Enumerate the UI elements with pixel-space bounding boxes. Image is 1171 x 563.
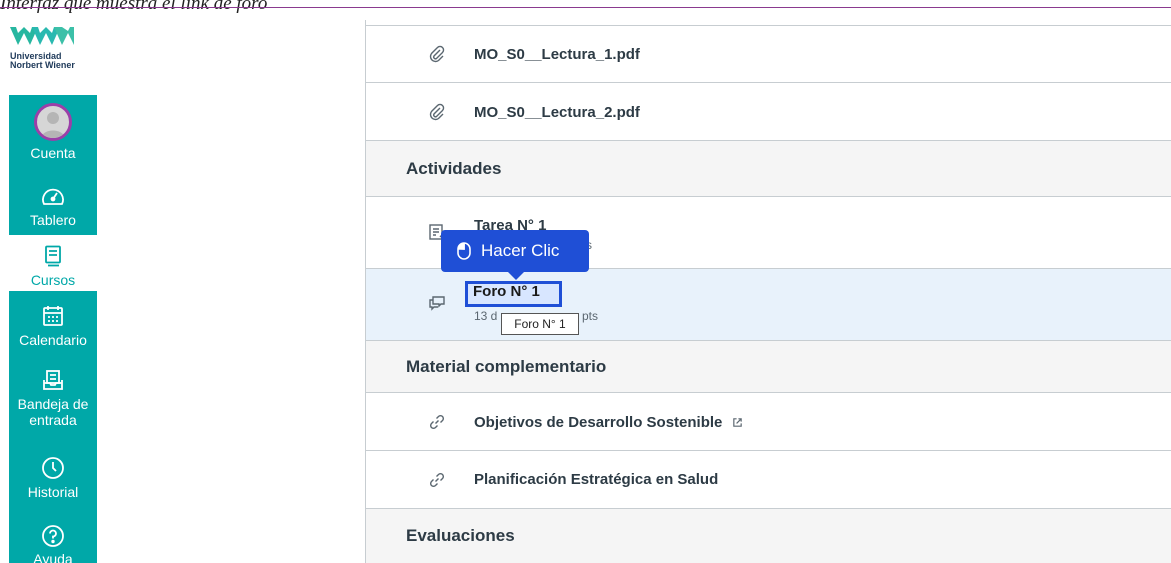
nav-courses[interactable]: Cursos bbox=[9, 235, 97, 291]
nav-history[interactable]: Historial bbox=[9, 455, 97, 511]
module-title: Material complementario bbox=[406, 357, 607, 376]
nav-dashboard[interactable]: Tablero bbox=[9, 183, 97, 235]
nav-calendar[interactable]: Calendario bbox=[9, 303, 97, 359]
discussion-meta-end: pts bbox=[582, 309, 599, 323]
nav-help[interactable]: Ayuda bbox=[9, 524, 97, 563]
nav-help-label: Ayuda bbox=[33, 551, 73, 563]
nav-inbox-label-2: entrada bbox=[29, 412, 77, 428]
link-icon bbox=[429, 414, 445, 430]
external-link[interactable]: Objetivos de Desarrollo Sostenible bbox=[474, 414, 743, 431]
paperclip-icon bbox=[429, 103, 445, 121]
discussion-icon bbox=[429, 296, 445, 311]
nav-dashboard-label: Tablero bbox=[30, 212, 76, 228]
paperclip-icon bbox=[429, 45, 445, 63]
forum-link[interactable]: Foro N° 1 bbox=[473, 283, 540, 300]
nav-account[interactable]: Cuenta bbox=[9, 103, 97, 167]
nav-courses-label: Cursos bbox=[30, 272, 76, 288]
nav-calendar-label: Calendario bbox=[19, 332, 87, 348]
external-link-icon bbox=[732, 418, 742, 427]
callout-arrow bbox=[507, 271, 525, 280]
module-title: Evaluaciones bbox=[406, 526, 515, 545]
module-item-file-1[interactable]: MO_S0__Lectura_1.pdf bbox=[366, 25, 1171, 82]
file-link[interactable]: MO_S0__Lectura_2.pdf bbox=[474, 104, 640, 121]
module-title: Actividades bbox=[406, 159, 502, 178]
click-callout: Hacer Clic bbox=[441, 230, 589, 280]
link-tooltip: Foro N° 1 bbox=[501, 313, 579, 335]
module-item-link-2[interactable]: Planificación Estratégica en Salud bbox=[366, 450, 1171, 508]
avatar bbox=[34, 103, 72, 141]
clock-icon bbox=[40, 455, 66, 481]
nav-account-label: Cuenta bbox=[30, 145, 76, 161]
discussion-meta-start: 13 d bbox=[474, 309, 498, 323]
module-header-evaluaciones[interactable]: Evaluaciones bbox=[366, 508, 1171, 563]
external-link-title: Objetivos de Desarrollo Sostenible bbox=[474, 414, 723, 431]
module-header-actividades[interactable]: Actividades bbox=[366, 140, 1171, 196]
link-icon bbox=[429, 472, 445, 488]
help-icon bbox=[40, 524, 66, 548]
module-header-material[interactable]: Material complementario bbox=[366, 340, 1171, 392]
dashboard-icon bbox=[40, 183, 66, 209]
logo-line-2: Norbert Wiener bbox=[10, 60, 75, 70]
logo-mark-icon bbox=[10, 27, 74, 45]
nav-inbox[interactable]: Bandeja de entrada bbox=[9, 367, 97, 445]
courses-icon bbox=[40, 243, 66, 269]
module-item-file-2[interactable]: MO_S0__Lectura_2.pdf bbox=[366, 82, 1171, 140]
callout-label: Hacer Clic bbox=[481, 241, 560, 260]
nav-inbox-label-1: Bandeja de bbox=[17, 396, 89, 412]
calendar-icon bbox=[40, 303, 66, 329]
module-item-link-1[interactable]: Objetivos de Desarrollo Sostenible bbox=[366, 392, 1171, 450]
mouse-icon bbox=[457, 242, 471, 260]
inbox-icon bbox=[40, 367, 66, 393]
material-link[interactable]: Planificación Estratégica en Salud bbox=[474, 471, 718, 488]
caption-divider bbox=[0, 7, 1171, 8]
logo-text: Universidad Norbert Wiener bbox=[10, 52, 75, 70]
university-logo[interactable]: Universidad Norbert Wiener bbox=[10, 25, 100, 85]
nav-history-label: Historial bbox=[27, 484, 79, 500]
file-link[interactable]: MO_S0__Lectura_1.pdf bbox=[474, 46, 640, 63]
